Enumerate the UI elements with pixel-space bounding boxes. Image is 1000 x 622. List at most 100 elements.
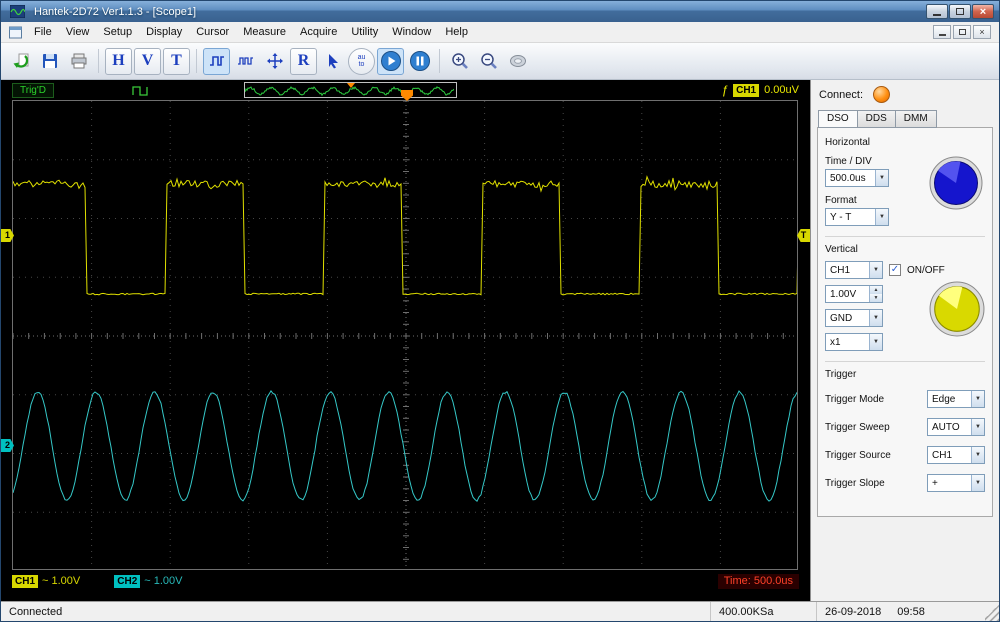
chevron-down-icon[interactable]: ▼ <box>869 334 882 350</box>
mdi-close-button[interactable]: × <box>973 25 991 39</box>
resize-grip[interactable] <box>985 602 999 621</box>
mdi-restore-button[interactable] <box>953 25 971 39</box>
trigger-mode-value: Edge <box>932 394 955 405</box>
probe-select[interactable]: x1 ▼ <box>825 333 883 351</box>
chevron-down-icon[interactable]: ▼ <box>875 170 888 186</box>
xy-mode-button[interactable] <box>261 48 288 75</box>
run-button[interactable] <box>377 48 404 75</box>
toolbar-separator <box>439 49 440 73</box>
trigger-section: Trigger Trigger Mode Edge ▼ Trigger Swee… <box>825 361 985 492</box>
trigger-slope-select[interactable]: + ▼ <box>927 474 985 492</box>
toolbar-separator <box>196 49 197 73</box>
menu-item-help[interactable]: Help <box>438 24 475 40</box>
volts-div-spinner[interactable]: 1.00V ▲ ▼ <box>825 285 883 303</box>
channel-select[interactable]: CH1 ▼ <box>825 261 883 279</box>
trigger-mode-select[interactable]: Edge ▼ <box>927 390 985 408</box>
record-label: R <box>298 52 310 70</box>
maximize-icon <box>956 8 964 15</box>
document-icon <box>8 26 23 39</box>
load-icon <box>12 52 30 70</box>
horizontal-system-label: H <box>112 52 124 70</box>
zoom-out-button[interactable] <box>475 48 502 75</box>
zoom-in-icon <box>450 51 470 71</box>
menu-item-acquire[interactable]: Acquire <box>293 24 344 40</box>
trigger-level-marker[interactable]: T <box>797 229 810 242</box>
probe-value: x1 <box>830 337 841 348</box>
preview-trigger-marker[interactable] <box>347 83 355 88</box>
chevron-down-icon[interactable]: ▼ <box>971 475 984 491</box>
onoff-checkbox[interactable]: ✓ <box>889 264 901 276</box>
autoset-label: to <box>359 61 365 68</box>
pause-button[interactable] <box>406 48 433 75</box>
spinner-up-icon[interactable]: ▲ <box>870 286 882 294</box>
close-button[interactable]: × <box>972 4 994 19</box>
tab-dds[interactable]: DDS <box>858 110 896 128</box>
trigger-slope-value: + <box>932 478 938 489</box>
vertical-knob[interactable] <box>929 281 985 337</box>
chevron-down-icon[interactable]: ▼ <box>971 447 984 463</box>
load-button[interactable] <box>7 48 34 75</box>
coupling-value: GND <box>830 313 852 324</box>
maximize-button[interactable] <box>949 4 971 19</box>
chevron-down-icon[interactable]: ▼ <box>971 391 984 407</box>
chevron-down-icon[interactable]: ▼ <box>869 310 882 326</box>
horizontal-system-button[interactable]: H <box>105 48 132 75</box>
trigger-level-icon: ƒ <box>721 83 728 97</box>
tab-dso[interactable]: DSO <box>818 110 858 128</box>
dso-panel: Horizontal Time / DIV 500.0us ▼ Format Y… <box>817 127 993 517</box>
trigger-sweep-select[interactable]: AUTO ▼ <box>927 418 985 436</box>
titlebar: Hantek-2D72 Ver1.1.3 - [Scope1] × <box>1 1 999 22</box>
menu-item-view[interactable]: View <box>59 24 97 40</box>
save-icon <box>41 52 59 70</box>
trigger-system-button[interactable]: T <box>163 48 190 75</box>
autoset-label: au <box>358 54 366 61</box>
coupling-select[interactable]: GND ▼ <box>825 309 883 327</box>
time-div-value: 500.0us <box>830 173 866 184</box>
chevron-down-icon[interactable]: ▼ <box>869 262 882 278</box>
save-button[interactable] <box>36 48 63 75</box>
print-button[interactable] <box>65 48 92 75</box>
horizontal-knob[interactable] <box>929 156 983 210</box>
menu-item-window[interactable]: Window <box>385 24 438 40</box>
volts-div-value: 1.00V <box>830 289 856 300</box>
zoom-in-button[interactable] <box>446 48 473 75</box>
app-icon <box>10 5 25 18</box>
time-div-select[interactable]: 500.0us ▼ <box>825 169 889 187</box>
connect-indicator[interactable] <box>873 86 890 103</box>
vertical-title: Vertical <box>825 244 985 255</box>
menu-item-display[interactable]: Display <box>139 24 189 40</box>
mdi-minimize-button[interactable] <box>933 25 951 39</box>
waveform-preview[interactable] <box>244 82 457 98</box>
waveform-mode-button[interactable] <box>203 48 230 75</box>
waveform-compare-button[interactable] <box>232 48 259 75</box>
tab-dmm[interactable]: DMM <box>896 110 937 128</box>
menu-item-setup[interactable]: Setup <box>96 24 139 40</box>
minimize-button[interactable] <box>926 4 948 19</box>
control-panel: Connect: DSO DDS DMM Horizontal Time / D… <box>810 80 999 601</box>
record-button[interactable]: R <box>290 48 317 75</box>
cursor-tool-button[interactable] <box>319 48 346 75</box>
onoff-label: ON/OFF <box>907 265 945 276</box>
ch1-scale-readout: ~ 1.00V <box>42 575 80 587</box>
format-value: Y - T <box>830 212 851 223</box>
pan-button[interactable] <box>504 48 531 75</box>
chevron-down-icon[interactable]: ▼ <box>875 209 888 225</box>
close-icon: × <box>979 27 984 37</box>
trigger-sweep-label: Trigger Sweep <box>825 422 890 433</box>
format-select[interactable]: Y - T ▼ <box>825 208 889 226</box>
ch1-badge: CH1 <box>12 575 38 588</box>
toolbar-separator <box>98 49 99 73</box>
menu-item-cursor[interactable]: Cursor <box>189 24 236 40</box>
double-pulse-icon <box>237 52 255 70</box>
crosshair-arrows-icon <box>266 52 284 70</box>
chevron-down-icon[interactable]: ▼ <box>971 419 984 435</box>
autoset-button[interactable]: au to <box>348 48 375 75</box>
statusbar: Connected 400.00KSa 26-09-2018 09:58 <box>1 601 999 621</box>
menu-item-file[interactable]: File <box>27 24 59 40</box>
menu-item-utility[interactable]: Utility <box>344 24 385 40</box>
vertical-system-button[interactable]: V <box>134 48 161 75</box>
trigger-channel-badge: CH1 <box>733 84 759 97</box>
menu-item-measure[interactable]: Measure <box>236 24 293 40</box>
spinner-down-icon[interactable]: ▼ <box>870 294 882 302</box>
trigger-source-select[interactable]: CH1 ▼ <box>927 446 985 464</box>
